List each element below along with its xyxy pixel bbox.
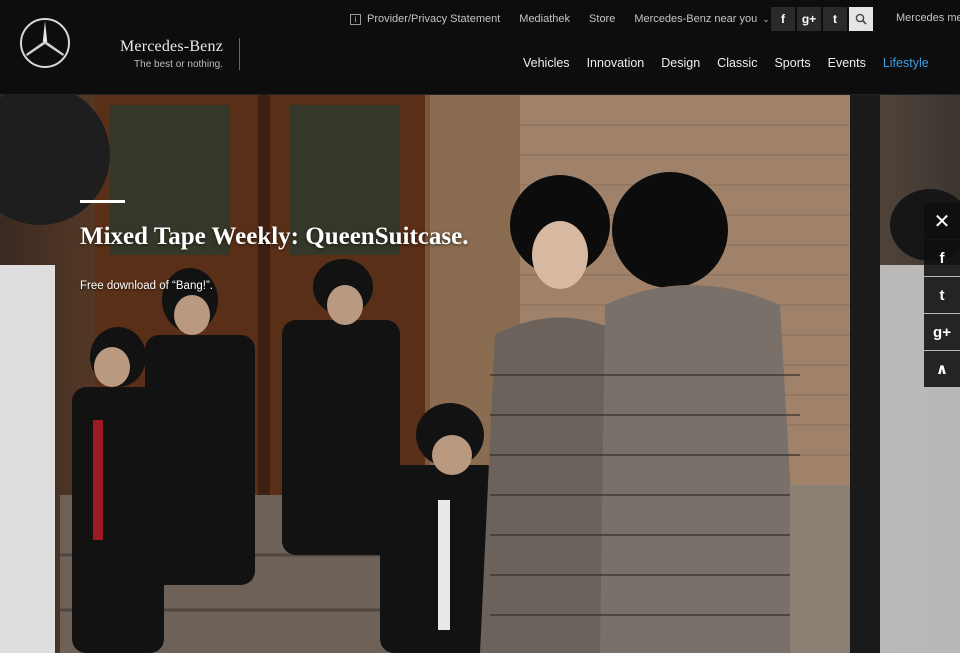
main-nav: Vehicles Innovation Design Classic Sport… <box>523 56 946 70</box>
near-you-dropdown[interactable]: Mercedes-Benz near you ⌄ <box>634 13 769 25</box>
info-icon: i <box>350 13 361 25</box>
hero-banner[interactable]: Mixed Tape Weekly: QueenSuitcase. Free d… <box>0 95 960 653</box>
share-rail: ✕ f t g+ ∧ <box>924 203 960 388</box>
brand-tagline: The best or nothing. <box>134 59 223 70</box>
twitter-share-icon[interactable]: t <box>924 277 960 313</box>
chevron-down-icon: ⌄ <box>762 13 770 24</box>
nav-innovation[interactable]: Innovation <box>587 56 645 70</box>
utility-links: i Provider/Privacy Statement Mediathek S… <box>350 12 789 26</box>
mediathek-link[interactable]: Mediathek <box>519 13 570 25</box>
hero-title[interactable]: Mixed Tape Weekly: QueenSuitcase. <box>80 223 468 251</box>
header-social-buttons: f g+ t <box>771 7 875 31</box>
nav-sports[interactable]: Sports <box>774 56 810 70</box>
hero-subtitle[interactable]: Free download of “Bang!”. <box>80 280 213 292</box>
google-plus-icon[interactable]: g+ <box>797 7 821 31</box>
hero-title-rule <box>80 200 125 203</box>
store-link[interactable]: Store <box>589 13 615 25</box>
scroll-up-icon[interactable]: ∧ <box>924 351 960 387</box>
nav-lifestyle[interactable]: Lifestyle <box>883 56 929 70</box>
mercedes-star-logo-icon[interactable] <box>19 17 71 69</box>
facebook-icon[interactable]: f <box>771 7 795 31</box>
nav-classic[interactable]: Classic <box>717 56 757 70</box>
site-header: Mercedes-Benz The best or nothing. i Pro… <box>0 0 960 95</box>
mercedes-me-link[interactable]: Mercedes me <box>896 12 960 24</box>
twitter-icon[interactable]: t <box>823 7 847 31</box>
search-icon <box>855 13 867 25</box>
nav-vehicles[interactable]: Vehicles <box>523 56 570 70</box>
provider-link-label: Provider/Privacy Statement <box>367 13 501 25</box>
hero-photo <box>0 95 960 653</box>
brand-lockup[interactable]: Mercedes-Benz The best or nothing. <box>120 38 223 70</box>
brand-divider <box>239 38 240 70</box>
near-you-label: Mercedes-Benz near you <box>634 13 758 25</box>
provider-link[interactable]: i Provider/Privacy Statement <box>350 13 500 25</box>
google-plus-share-icon[interactable]: g+ <box>924 314 960 350</box>
nav-events[interactable]: Events <box>828 56 866 70</box>
facebook-share-icon[interactable]: f <box>924 240 960 276</box>
close-icon[interactable]: ✕ <box>924 203 960 239</box>
search-button[interactable] <box>849 7 873 31</box>
brand-name: Mercedes-Benz <box>120 38 223 55</box>
nav-design[interactable]: Design <box>661 56 700 70</box>
